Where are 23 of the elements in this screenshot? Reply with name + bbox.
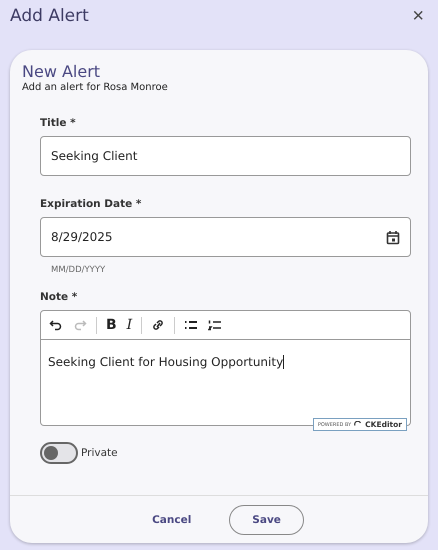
private-toggle[interactable]	[40, 442, 78, 464]
card-subtitle: Add an alert for Rosa Monroe	[22, 82, 169, 93]
undo-icon	[49, 319, 63, 331]
calendar-icon[interactable]	[386, 230, 400, 244]
close-button[interactable]: ×	[408, 4, 428, 28]
date-field[interactable]: 8/29/2025	[40, 217, 411, 257]
italic-button[interactable]: I	[122, 315, 136, 335]
ring-icon	[354, 420, 362, 428]
field-label: Note *	[40, 291, 78, 303]
card-title: New Alert	[22, 62, 102, 82]
bold-button[interactable]: B	[102, 315, 121, 335]
bulleted-list-icon	[184, 319, 198, 331]
save-button[interactable]: Save	[229, 504, 304, 534]
field-label: Title *	[40, 117, 77, 129]
redo-icon	[73, 319, 87, 331]
cancel-button[interactable]: Cancel	[134, 504, 210, 534]
dialog-title: Add Alert	[10, 6, 89, 26]
link-icon	[151, 319, 166, 331]
input-field[interactable]: Seeking Client	[40, 136, 411, 176]
field-label: Expiration Date *	[40, 198, 142, 210]
helper-text: MM/DD/YYYY	[51, 265, 106, 275]
toggle-label: Private	[81, 447, 118, 459]
numbered-list-icon	[208, 319, 222, 331]
